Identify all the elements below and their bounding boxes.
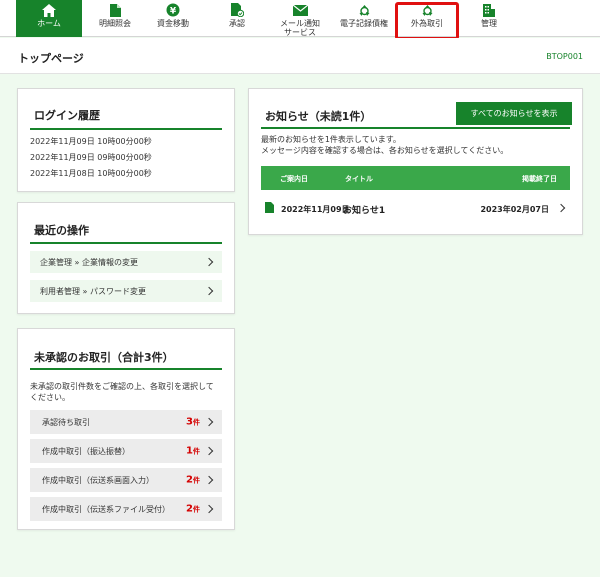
chevron-right-icon	[204, 475, 214, 485]
page-header: トップページ BTOP001	[0, 38, 600, 74]
chevron-right-icon	[556, 203, 566, 213]
nav-item-fund-transfer[interactable]: ¥ 資金移動	[140, 0, 206, 37]
building-icon	[481, 3, 497, 17]
mail-icon	[292, 3, 308, 17]
login-history-entry: 2022年11月09日 10時00分00秒	[30, 137, 152, 146]
pending-row-label: 作成中取引（伝送系画面入力）	[42, 475, 154, 485]
recycle-icon	[356, 3, 372, 17]
pending-title: 未承認のお取引（合計3件）	[34, 351, 174, 364]
recent-op-label: 利用者管理 » パスワード変更	[40, 286, 146, 296]
nav-item-management[interactable]: 管理	[456, 0, 522, 37]
pending-row-transfer[interactable]: 作成中取引（振込振替） 1件	[30, 439, 222, 463]
login-history-title: ログイン履歴	[34, 109, 100, 122]
notice-title: お知らせ1	[343, 206, 386, 216]
recent-op-password[interactable]: 利用者管理 » パスワード変更	[30, 280, 222, 302]
global-nav: ホーム 明細照会 ¥ 資金移動 承認 メール通知 サービス 電子記録債権 外為取…	[0, 0, 600, 37]
notice-end-date: 2023年02月07日	[480, 205, 549, 214]
pending-row-label: 承認待ち取引	[42, 417, 90, 427]
pending-row-file-upload[interactable]: 作成中取引（伝送系ファイル受付） 2件	[30, 497, 222, 521]
pending-count: 1件	[186, 445, 200, 457]
divider	[30, 128, 222, 130]
nav-label-approval: 承認	[229, 19, 245, 28]
divider	[261, 127, 570, 129]
col-header-end-date: 掲載終了日	[522, 175, 557, 183]
nav-item-home[interactable]: ホーム	[16, 0, 82, 37]
recycle-icon	[419, 3, 435, 17]
notice-date: 2022年11月09日	[281, 205, 350, 214]
pending-description: 未承認の取引件数をご確認の上、各取引を選択してください。	[30, 382, 214, 402]
chevron-right-icon	[204, 446, 214, 456]
chevron-right-icon	[204, 504, 214, 514]
notice-row[interactable]: 2022年11月09日 お知らせ1 2023年02月07日	[261, 196, 570, 220]
nav-label-mail-service: メール通知 サービス	[280, 19, 320, 37]
divider	[30, 242, 222, 244]
login-history-entry: 2022年11月09日 09時00分00秒	[30, 153, 152, 162]
svg-text:¥: ¥	[170, 7, 177, 17]
recent-ops-card: 最近の操作 企業管理 » 企業情報の変更 利用者管理 » パスワード変更	[17, 202, 235, 314]
pending-transactions-card: 未承認のお取引（合計3件） 未承認の取引件数をご確認の上、各取引を選択してくださ…	[17, 328, 235, 530]
nav-label-fund-transfer: 資金移動	[157, 19, 189, 28]
recent-ops-title: 最近の操作	[34, 224, 89, 237]
notices-table-header: ご案内日 タイトル 掲載終了日	[261, 166, 570, 190]
nav-label-e-receivables: 電子記録債権	[340, 19, 388, 28]
home-icon	[41, 3, 57, 17]
login-history-entry: 2022年11月08日 10時00分00秒	[30, 169, 152, 178]
notices-card: お知らせ（未読1件） すべてのお知らせを表示 最新のお知らせを1件表示しています…	[248, 88, 583, 235]
nav-label-forex: 外為取引	[411, 19, 443, 28]
chevron-right-icon	[204, 417, 214, 427]
page-title: トップページ	[18, 52, 84, 65]
nav-item-e-receivables[interactable]: 電子記録債権	[331, 0, 397, 37]
recent-op-label: 企業管理 » 企業情報の変更	[40, 257, 138, 267]
approval-doc-icon	[229, 3, 245, 17]
pending-row-label: 作成中取引（伝送系ファイル受付）	[42, 504, 170, 514]
pending-count: 2件	[186, 503, 200, 515]
document-icon	[265, 202, 274, 213]
page-code: BTOP001	[546, 52, 583, 61]
nav-label-management: 管理	[481, 19, 497, 28]
col-header-title: タイトル	[345, 175, 373, 183]
notices-title: お知らせ（未読1件）	[265, 110, 372, 123]
nav-item-mail-service[interactable]: メール通知 サービス	[267, 0, 333, 37]
pending-count: 3件	[186, 416, 200, 428]
chevron-right-icon	[204, 257, 214, 267]
nav-label-home: ホーム	[37, 19, 61, 28]
notices-description: 最新のお知らせを1件表示しています。 メッセージ内容を確認する場合は、各お知らせ…	[261, 135, 509, 155]
yen-transfer-icon: ¥	[165, 3, 181, 17]
pending-count: 2件	[186, 474, 200, 486]
chevron-right-icon	[204, 286, 214, 296]
document-icon	[107, 3, 123, 17]
pending-row-awaiting-approval[interactable]: 承認待ち取引 3件	[30, 410, 222, 434]
nav-item-forex[interactable]: 外為取引	[394, 0, 460, 37]
login-history-card: ログイン履歴 2022年11月09日 10時00分00秒 2022年11月09日…	[17, 88, 235, 192]
recent-op-company-info[interactable]: 企業管理 » 企業情報の変更	[30, 251, 222, 273]
divider	[30, 368, 222, 370]
pending-row-label: 作成中取引（振込振替）	[42, 446, 130, 456]
nav-label-statements: 明細照会	[99, 19, 131, 28]
nav-item-statements[interactable]: 明細照会	[82, 0, 148, 37]
col-header-date: ご案内日	[280, 175, 308, 183]
pending-row-screen-input[interactable]: 作成中取引（伝送系画面入力） 2件	[30, 468, 222, 492]
show-all-notices-button[interactable]: すべてのお知らせを表示	[456, 102, 572, 125]
nav-item-approval[interactable]: 承認	[204, 0, 270, 37]
